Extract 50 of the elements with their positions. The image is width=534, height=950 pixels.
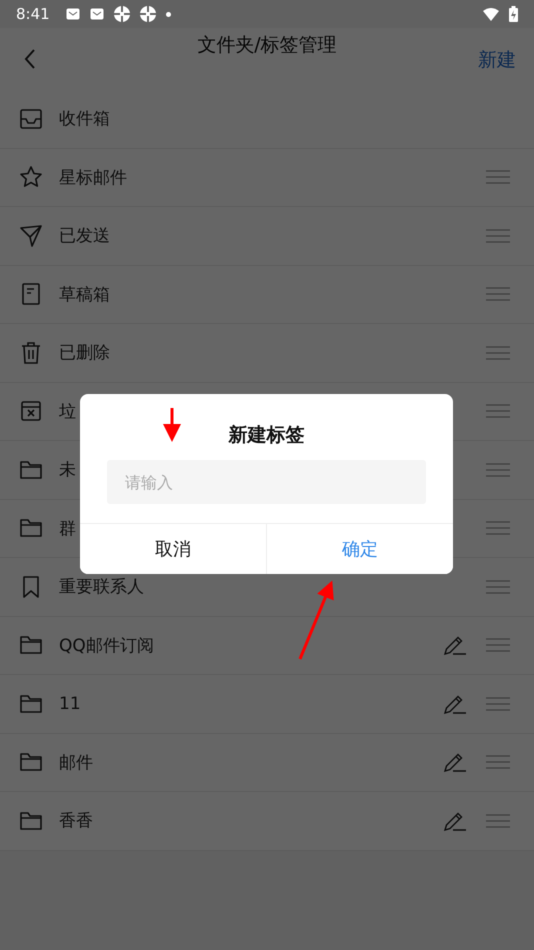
pencil-icon[interactable]	[444, 694, 466, 714]
folder-label[interactable]: 星标邮件	[59, 166, 127, 189]
trash-icon	[19, 340, 43, 365]
folder-label[interactable]: 群	[59, 516, 76, 540]
dialog-title: 新建标签	[228, 423, 304, 448]
folder-label[interactable]: 已发送	[59, 224, 110, 248]
folder-label[interactable]: QQ邮件订阅	[59, 634, 154, 657]
page-title: 文件夹/标签管理	[196, 33, 338, 58]
drag-handle-icon[interactable]	[486, 404, 510, 418]
folder-label[interactable]: 邮件	[59, 750, 93, 774]
input-field[interactable]: 请输入	[107, 460, 426, 504]
drag-handle-icon[interactable]	[486, 814, 510, 828]
drag-handle-icon[interactable]	[486, 462, 510, 477]
drag-handle-icon[interactable]	[486, 287, 510, 302]
drag-handle-icon[interactable]	[486, 580, 510, 594]
folder-label[interactable]: 收件箱	[59, 107, 110, 130]
folder-label[interactable]: 垃	[59, 400, 76, 423]
inbox-icon	[19, 106, 43, 131]
status-time: 8:41	[16, 5, 50, 23]
pencil-icon[interactable]	[444, 752, 466, 772]
aperture-icon	[114, 6, 130, 22]
battery-icon	[509, 6, 518, 22]
sent-icon	[19, 224, 43, 248]
new-button[interactable]: 新建	[478, 47, 516, 73]
mail-icon	[90, 8, 104, 20]
aperture-icon	[140, 6, 156, 22]
folder-label[interactable]: 11	[59, 694, 81, 714]
folder-label[interactable]: 重要联系人	[59, 575, 144, 598]
folder-label[interactable]: 香香	[59, 809, 93, 832]
pencil-icon[interactable]	[444, 635, 466, 656]
drag-handle-icon[interactable]	[486, 521, 510, 536]
drag-handle-icon[interactable]	[486, 638, 510, 652]
drag-handle-icon[interactable]	[486, 170, 510, 184]
spam-icon	[19, 399, 43, 424]
star-icon	[19, 165, 43, 190]
drag-handle-icon[interactable]	[486, 696, 510, 711]
wifi-icon	[483, 8, 499, 20]
drag-handle-icon[interactable]	[486, 346, 510, 360]
draft-icon	[19, 282, 43, 306]
drag-handle-icon[interactable]	[486, 228, 510, 243]
folder-label[interactable]: 草稿箱	[59, 282, 110, 306]
cancel-button[interactable]: 取消	[80, 524, 267, 574]
folder-label[interactable]: 已删除	[59, 341, 110, 364]
drag-handle-icon[interactable]	[486, 755, 510, 770]
pencil-icon[interactable]	[444, 810, 466, 831]
annotation-arrow	[163, 408, 181, 442]
dot-icon	[166, 12, 171, 16]
mail-icon	[66, 8, 80, 20]
back-icon[interactable]	[24, 49, 36, 69]
folder-label[interactable]: 未	[59, 458, 76, 482]
